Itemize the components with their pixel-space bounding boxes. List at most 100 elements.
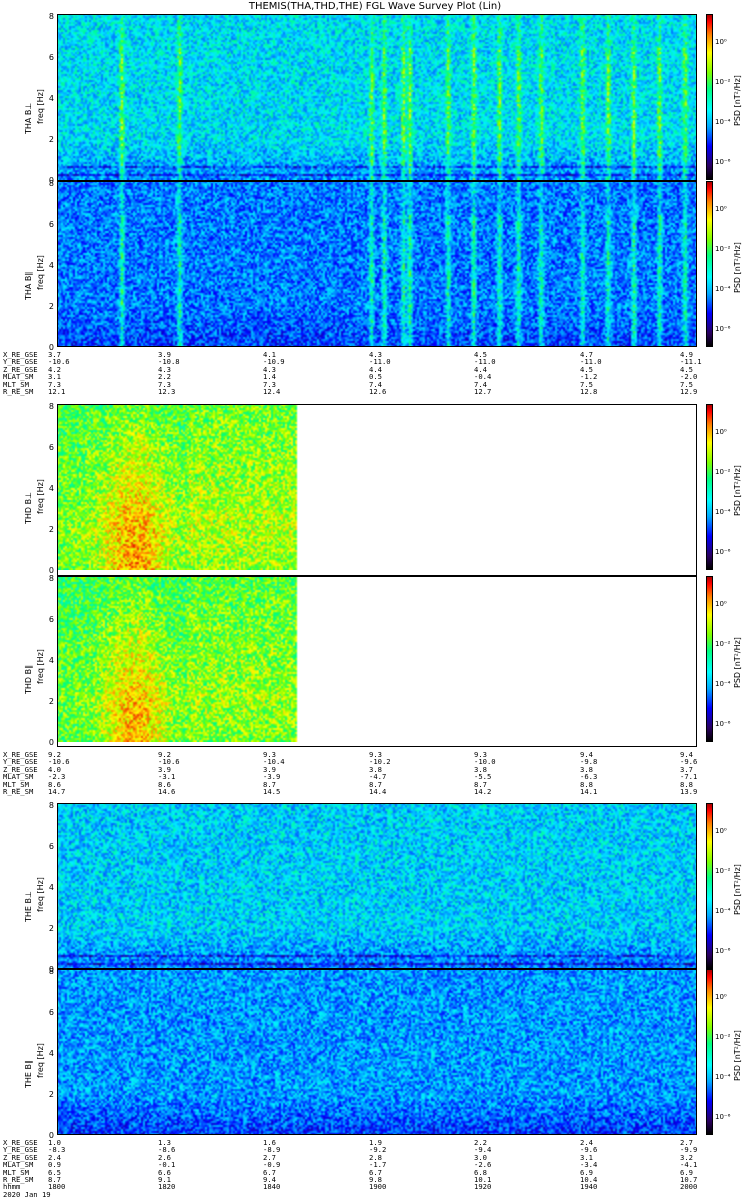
colorbar-tick-label: 10⁻⁶ (715, 158, 731, 166)
ephemeris-column: 1.3 -8.6 2.6 -0.1 6.6 9.1 1820 (158, 1139, 175, 1191)
ephemeris-value: 14.2 (474, 787, 492, 797)
colorbar-tick-label: 10⁻² (715, 245, 731, 253)
ephemeris-labels: X_RE_GSE Y_RE_GSE Z_RE_GSE MLAT_SM MLT_SM R_R… (3, 1139, 51, 1199)
ephemeris-value: 12.6 (369, 387, 387, 397)
ephemeris-value: 13.9 (680, 787, 698, 797)
freq-tick-label: 6 (48, 220, 54, 229)
ephemeris-value: 1840 (263, 1182, 281, 1192)
colorbar-label: PSD [nT²/Hz] (733, 242, 742, 293)
freq-tick-label: 2 (48, 1090, 54, 1099)
colorbar-label: PSD [nT²/Hz] (733, 75, 742, 126)
ephemeris-column: 4.1 -10.9 4.3 1.4 7.3 12.4 (263, 351, 285, 397)
ephemeris-column: 4.3 -11.0 4.4 0.5 7.4 12.6 (369, 351, 391, 397)
colorbar-tick-label: 10⁻⁶ (715, 325, 731, 333)
colorbar-tick-label: 10⁻² (715, 1033, 731, 1041)
panel-label: THD B⊥ (24, 491, 33, 524)
colorbar (706, 404, 713, 570)
ephemeris-value: 1900 (369, 1182, 387, 1192)
colorbar-tick-label: 10⁰ (715, 993, 727, 1001)
ephemeris-value: 14.5 (263, 787, 281, 797)
ephemeris-column: 3.9 -10.8 4.3 2.2 7.3 12.3 (158, 351, 180, 397)
freq-tick-label: 4 (48, 261, 54, 270)
colorbar (706, 803, 713, 969)
axis-label: freq [Hz] (36, 649, 45, 684)
ephemeris-column: 1.9 -9.2 2.8 -1.7 6.7 9.8 1900 (369, 1139, 386, 1191)
freq-tick-label: 2 (48, 525, 54, 534)
freq-tick-label: 4 (48, 1049, 54, 1058)
ephemeris-value: 1940 (580, 1182, 598, 1192)
freq-tick-label: 4 (48, 484, 54, 493)
freq-tick-label: 8 (48, 402, 54, 411)
colorbar-tick-label: 10⁰ (715, 827, 727, 835)
freq-tick-label: 2 (48, 924, 54, 933)
colorbar-label: PSD [nT²/Hz] (733, 637, 742, 688)
ephemeris-column: 9.2 -10.6 3.9 -3.1 8.6 14.6 (158, 751, 180, 796)
freq-tick-label: 6 (48, 842, 54, 851)
freq-tick-label: 6 (48, 53, 54, 62)
freq-tick-label: 2 (48, 302, 54, 311)
panel-frame (57, 803, 697, 969)
freq-tick-label: 8 (48, 801, 54, 810)
panel-frame (57, 969, 697, 1135)
ephemeris-column: 9.4 -9.6 3.7 -7.1 8.8 13.9 (680, 751, 698, 797)
colorbar-tick-label: 10⁰ (715, 600, 727, 608)
ephemeris-column: 3.7 -10.6 4.2 3.1 7.3 12.1 (48, 351, 70, 397)
ephemeris-label: R_RE_SM (3, 387, 34, 397)
ephemeris-value: 12.8 (580, 387, 598, 397)
ephemeris-value: 12.7 (474, 387, 492, 397)
colorbar-tick-label: 10⁰ (715, 38, 727, 46)
freq-tick-label: 2 (48, 697, 54, 706)
colorbar (706, 181, 713, 347)
colorbar-label: PSD [nT²/Hz] (733, 1030, 742, 1081)
ephemeris-column: 2.2 -9.4 3.0 -2.6 6.8 10.1 1920 (474, 1139, 491, 1191)
panel-label: THD B∥ (24, 664, 33, 694)
ephemeris-value: 12.3 (158, 387, 176, 397)
ephemeris-value: 12.4 (263, 387, 281, 397)
colorbar-tick-label: 10⁻² (715, 867, 731, 875)
ephemeris-value: 1800 (48, 1182, 66, 1192)
freq-tick-label: 4 (48, 94, 54, 103)
ephemeris-column: 9.3 -10.4 3.9 -3.9 8.7 14.5 (263, 751, 285, 797)
colorbar-tick-label: 10⁻² (715, 78, 731, 86)
ephemeris-label: R_RE_SM (3, 787, 34, 797)
ephemeris-column: 9.2 -10.6 4.0 -2.3 8.6 14.7 (48, 751, 70, 797)
colorbar-label: PSD [nT²/Hz] (733, 465, 742, 516)
colorbar-tick-label: 10⁻² (715, 468, 731, 476)
colorbar-tick-label: 10⁻⁶ (715, 947, 731, 955)
colorbar-tick-label: 10⁻⁴ (715, 118, 731, 126)
ephemeris-value: 1820 (158, 1182, 176, 1192)
ephemeris-value: 12.9 (680, 387, 698, 397)
ephemeris-column: 1.6 -8.9 2.7 -0.9 6.7 9.4 1840 (263, 1139, 280, 1191)
freq-tick-label: 8 (48, 179, 54, 188)
panel-label: THE B⊥ (24, 891, 33, 922)
freq-tick-label: 2 (48, 135, 54, 144)
colorbar (706, 969, 713, 1135)
ephemeris-value: 14.1 (580, 787, 598, 797)
colorbar-tick-label: 10⁻⁴ (715, 508, 731, 516)
colorbar-tick-label: 10⁻² (715, 640, 731, 648)
colorbar-tick-label: 10⁻⁴ (715, 907, 731, 915)
colorbar-tick-label: 10⁻⁶ (715, 720, 731, 728)
colorbar-tick-label: 10⁻⁴ (715, 680, 731, 688)
colorbar-tick-label: 10⁻⁶ (715, 1113, 731, 1121)
colorbar-tick-label: 10⁻⁴ (715, 285, 731, 293)
ephemeris-labels: X_RE_GSE Y_RE_GSE Z_RE_GSE MLAT_SM MLT_SM R_R… (3, 751, 38, 797)
ephemeris-label: 2020 Jan 19 (3, 1189, 51, 1199)
ephemeris-value: 14.4 (369, 787, 387, 797)
panel-frame (57, 576, 697, 747)
ephemeris-value: 12.1 (48, 387, 66, 397)
ephemeris-value: 14.7 (48, 787, 66, 797)
panel-frame (57, 14, 697, 181)
ephemeris-column: 2.7 -9.9 3.2 -4.1 6.9 10.7 2000 (680, 1139, 697, 1191)
ephemeris-column: 9.3 -10.2 3.8 -4.7 8.7 14.4 (369, 751, 391, 797)
freq-tick-label: 4 (48, 883, 54, 892)
colorbar (706, 14, 713, 180)
survey-plot: { "title": "THEMIS(THA,THD,THE) FGL Wave… (0, 0, 750, 1200)
ephemeris-column: 2.4 -9.6 3.1 -3.4 6.9 10.4 1940 (580, 1139, 597, 1191)
ephemeris-column: 4.7 -11.0 4.5 -1.2 7.5 12.8 (580, 351, 602, 397)
ephemeris-column: 1.0 -8.3 2.4 0.9 6.5 8.7 1800 (48, 1139, 65, 1191)
ephemeris-column: 9.3 -10.0 3.8 -5.5 8.7 14.2 (474, 751, 496, 797)
plot-title: THEMIS(THA,THD,THE) FGL Wave Survey Plot… (248, 1, 502, 12)
freq-tick-label: 6 (48, 443, 54, 452)
freq-tick-label: 8 (48, 574, 54, 583)
